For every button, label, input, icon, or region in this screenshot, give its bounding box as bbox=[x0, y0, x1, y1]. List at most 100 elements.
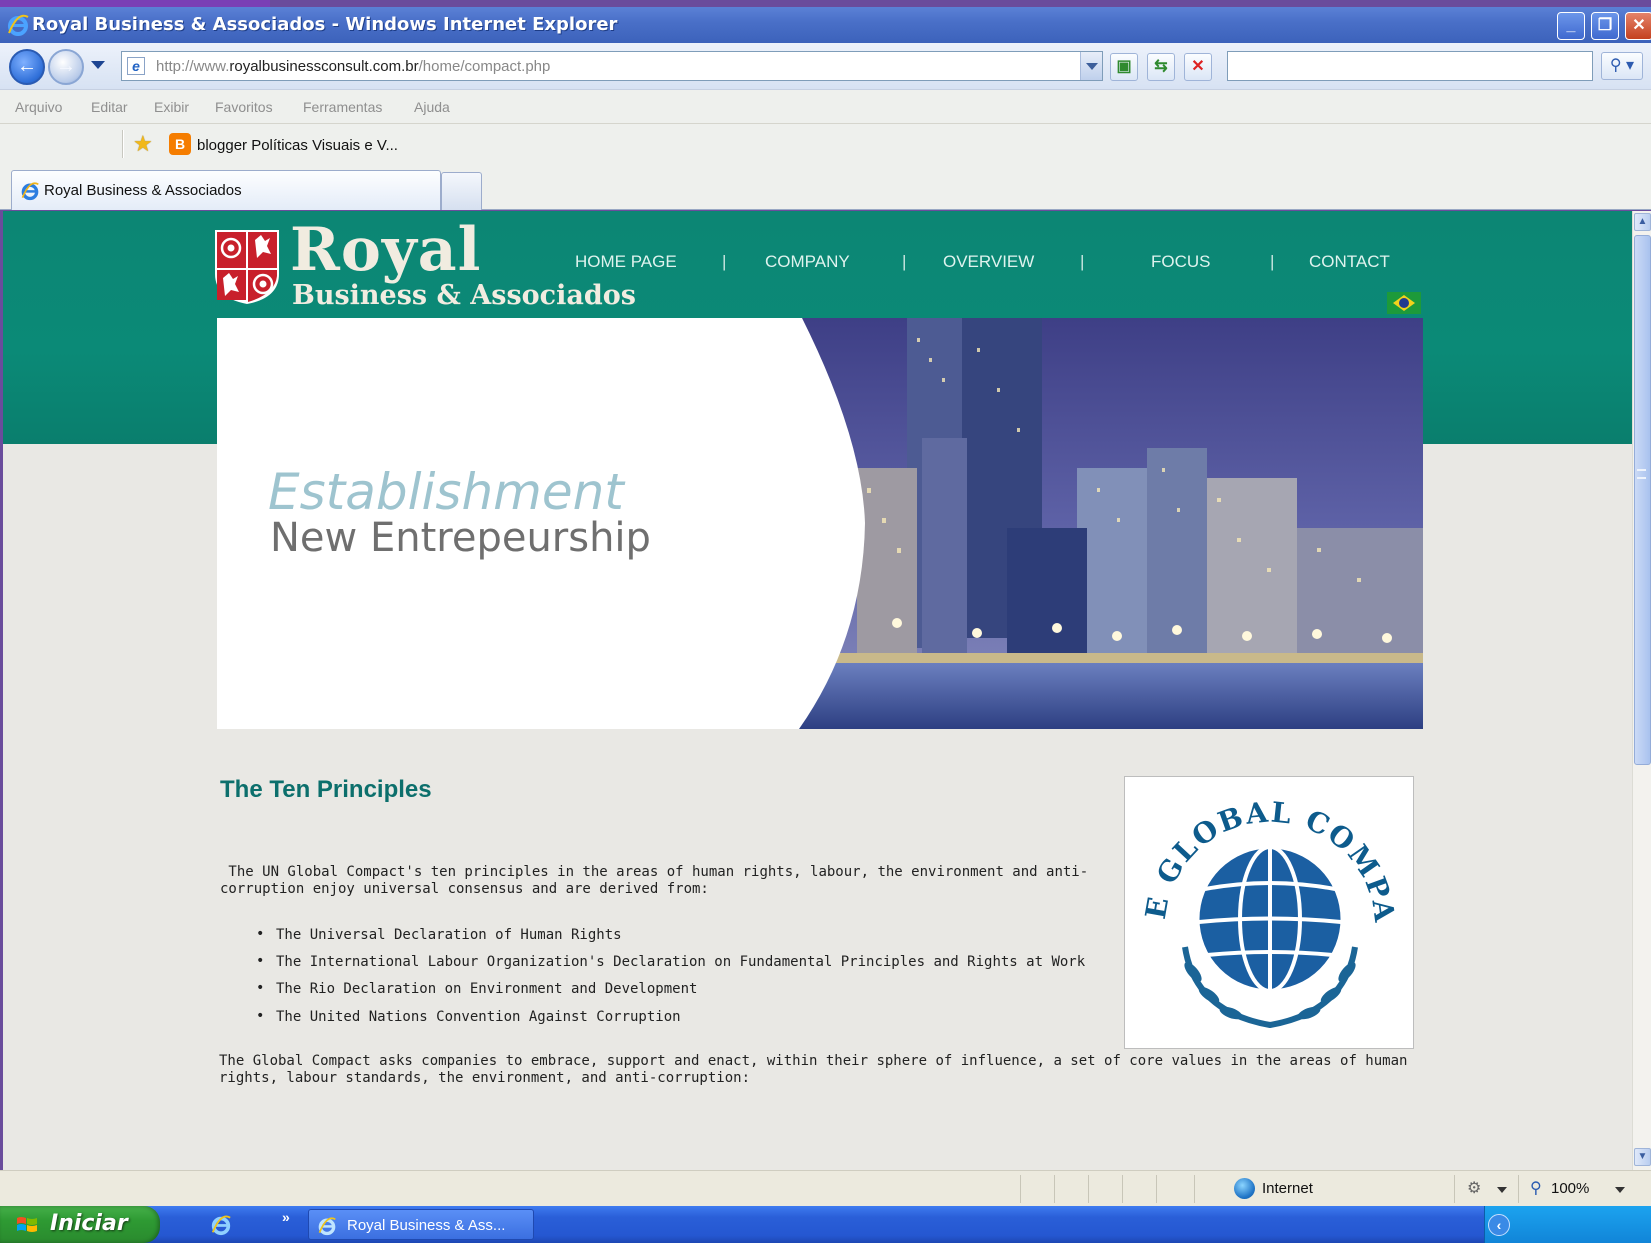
url-path: /home/compact.php bbox=[418, 58, 551, 75]
source-item: The International Labour Organization's … bbox=[276, 954, 1086, 970]
nav-contact[interactable]: CONTACT bbox=[1309, 252, 1390, 272]
address-field[interactable]: e http://www.royalbusinessconsult.com.br… bbox=[121, 51, 1103, 81]
bullet-icon: • bbox=[256, 953, 265, 969]
status-cell bbox=[1194, 1175, 1195, 1203]
nav-home-page[interactable]: HOME PAGE bbox=[575, 252, 677, 272]
desktop-screen: Royal Business & Associados - Windows In… bbox=[0, 0, 1651, 1243]
intro-line-2: corruption enjoy universal consensus and… bbox=[220, 881, 709, 897]
source-item: The Rio Declaration on Environment and D… bbox=[276, 981, 698, 997]
back-button[interactable]: ← bbox=[9, 49, 45, 85]
url-domain: royalbusinessconsult.com.br bbox=[229, 58, 419, 75]
hero-subheadline: New Entrepeurship bbox=[270, 515, 651, 561]
windows-taskbar: Iniciar » Royal Business & Ass... ‹ bbox=[0, 1206, 1651, 1243]
hero-headline: Establishment bbox=[268, 463, 624, 521]
forward-arrow-icon: → bbox=[56, 55, 76, 77]
status-cell bbox=[1020, 1175, 1021, 1203]
zoom-level[interactable]: 100% bbox=[1551, 1180, 1589, 1197]
favorite-link-blogger[interactable]: blogger Políticas Visuais e V... bbox=[197, 137, 398, 154]
vertical-scrollbar[interactable]: ▲ ▼ bbox=[1632, 211, 1651, 1170]
menu-ferramentas[interactable]: Ferramentas bbox=[303, 99, 382, 115]
taskbar-window-label: Royal Business & Ass... bbox=[347, 1217, 506, 1234]
stop-icon[interactable]: ✕ bbox=[1184, 53, 1212, 81]
section-title: The Ten Principles bbox=[220, 776, 432, 803]
closing-paragraph: The Global Compact asks companies to emb… bbox=[219, 1053, 1407, 1087]
menu-ajuda[interactable]: Ajuda bbox=[414, 99, 450, 115]
status-cell bbox=[1518, 1175, 1519, 1203]
url-prefix: http://www. bbox=[156, 58, 230, 75]
close-button[interactable]: ✕ bbox=[1625, 12, 1651, 40]
protected-mode-dropdown-icon[interactable] bbox=[1497, 1187, 1507, 1193]
tab-ie-icon bbox=[21, 182, 39, 201]
forward-button[interactable]: → bbox=[48, 49, 84, 85]
global-compact-logo: THE GLOBAL COMPACT bbox=[1111, 751, 1414, 1049]
closing-line-1: The Global Compact asks companies to emb… bbox=[219, 1053, 1408, 1069]
flag-globe bbox=[1399, 298, 1409, 308]
blogger-icon: B bbox=[169, 133, 191, 155]
compatibility-view-icon[interactable]: ▣ bbox=[1110, 53, 1138, 81]
desktop-background-strip bbox=[0, 0, 270, 7]
bullet-icon: • bbox=[256, 1008, 265, 1024]
nav-separator: | bbox=[902, 252, 907, 271]
add-favorites-star-icon[interactable]: ★ bbox=[133, 131, 153, 157]
search-input[interactable] bbox=[1227, 51, 1593, 81]
tab-royal-business[interactable]: Royal Business & Associados bbox=[11, 170, 441, 210]
menu-arquivo[interactable]: Arquivo bbox=[15, 99, 62, 115]
tab-label: Royal Business & Associados bbox=[44, 182, 242, 199]
address-toolbar: ← → e http://www.royalbusinessconsult.co… bbox=[0, 43, 1651, 90]
global-compact-emblem-icon: THE GLOBAL COMPACT bbox=[1111, 751, 1399, 1029]
protected-mode-icon[interactable]: ⚙ bbox=[1467, 1178, 1481, 1198]
internet-zone-globe-icon bbox=[1234, 1178, 1255, 1199]
taskbar-window-button[interactable]: Royal Business & Ass... bbox=[308, 1209, 534, 1240]
status-cell bbox=[1156, 1175, 1157, 1203]
menu-exibir[interactable]: Exibir bbox=[154, 99, 189, 115]
scrollbar-thumb[interactable] bbox=[1634, 235, 1651, 765]
nav-company[interactable]: COMPANY bbox=[765, 252, 850, 272]
status-cell bbox=[1122, 1175, 1123, 1203]
nav-focus[interactable]: FOCUS bbox=[1151, 252, 1211, 272]
royal-shield-logo-icon bbox=[215, 230, 279, 304]
status-cell bbox=[1088, 1175, 1089, 1203]
intro-paragraph: The UN Global Compact's ten principles i… bbox=[220, 864, 1088, 898]
favorites-bar: ★ B blogger Políticas Visuais e V... bbox=[0, 124, 1651, 164]
closing-line-2: rights, labour standards, the environmen… bbox=[219, 1070, 751, 1086]
window-title-bar[interactable]: Royal Business & Associados - Windows In… bbox=[0, 7, 1651, 43]
logo-subtitle: Business & Associados bbox=[292, 280, 636, 311]
start-button[interactable]: Iniciar bbox=[0, 1206, 160, 1243]
taskbar-ie-icon bbox=[318, 1217, 336, 1236]
status-cell bbox=[1054, 1175, 1055, 1203]
window-title: Royal Business & Associados - Windows In… bbox=[32, 14, 618, 35]
nav-overview[interactable]: OVERVIEW bbox=[943, 252, 1034, 272]
favorites-separator bbox=[122, 130, 124, 158]
address-url[interactable]: http://www.royalbusinessconsult.com.br/h… bbox=[156, 58, 550, 75]
menu-favoritos[interactable]: Favoritos bbox=[215, 99, 273, 115]
refresh-icon[interactable]: ⇆ bbox=[1147, 53, 1175, 81]
bullet-icon: • bbox=[256, 980, 265, 996]
quicklaunch-ie-icon[interactable] bbox=[210, 1214, 232, 1236]
start-label: Iniciar bbox=[50, 1211, 128, 1236]
quicklaunch-more-icon[interactable]: » bbox=[282, 1209, 290, 1225]
tray-expand-chevron-icon[interactable]: ‹ bbox=[1488, 1214, 1510, 1236]
zoom-magnifier-icon: ⚲ bbox=[1530, 1180, 1542, 1197]
security-zone-label: Internet bbox=[1262, 1180, 1313, 1197]
scroll-down-icon[interactable]: ▼ bbox=[1634, 1148, 1651, 1166]
back-arrow-icon: ← bbox=[17, 55, 37, 77]
scroll-up-icon[interactable]: ▲ bbox=[1634, 213, 1651, 231]
page-icon: e bbox=[127, 57, 145, 75]
nav-separator: | bbox=[1080, 252, 1085, 271]
logo-title[interactable]: Royal bbox=[290, 217, 481, 283]
restore-button[interactable]: ❐ bbox=[1591, 12, 1619, 40]
nav-separator: | bbox=[1270, 252, 1275, 271]
address-dropdown-button[interactable] bbox=[1080, 52, 1102, 80]
search-button[interactable]: ⚲ ▾ bbox=[1601, 52, 1643, 80]
menu-editar[interactable]: Editar bbox=[91, 99, 128, 115]
menu-bar: Arquivo Editar Exibir Favoritos Ferramen… bbox=[0, 90, 1651, 124]
new-tab-button[interactable] bbox=[441, 172, 482, 210]
zoom-dropdown-icon[interactable] bbox=[1615, 1187, 1625, 1193]
search-icon: ⚲ ▾ bbox=[1609, 57, 1635, 74]
source-item: The United Nations Convention Against Co… bbox=[276, 1009, 681, 1025]
minimize-button[interactable]: _ bbox=[1557, 12, 1585, 40]
intro-line-1: The UN Global Compact's ten principles i… bbox=[220, 864, 1089, 880]
history-dropdown-icon[interactable] bbox=[91, 61, 105, 69]
internet-explorer-icon bbox=[8, 14, 29, 36]
brazil-flag-icon[interactable] bbox=[1387, 292, 1421, 314]
